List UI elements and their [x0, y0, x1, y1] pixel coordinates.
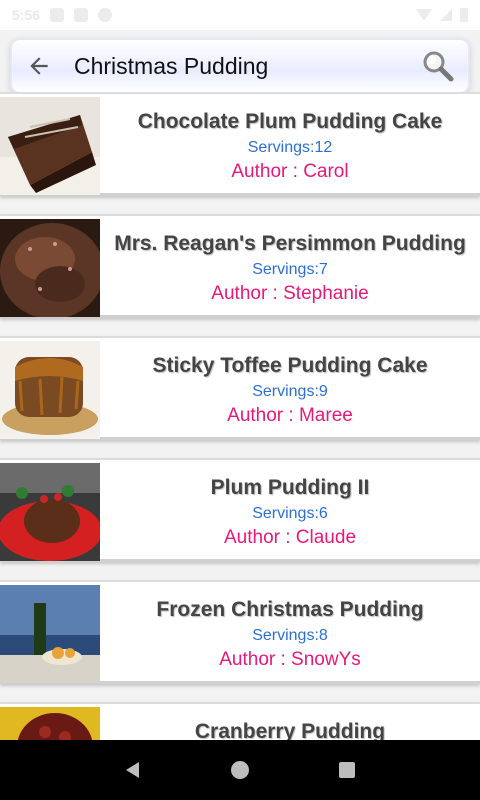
recipe-thumbnail: [0, 463, 100, 561]
notification-icon: [50, 8, 65, 22]
recipe-author: Author : SnowYs: [219, 648, 361, 670]
storage-icon: [74, 8, 89, 22]
recipe-thumbnail: [0, 341, 100, 439]
recipe-title: Chocolate Plum Pudding Cake: [137, 109, 443, 133]
recipe-card[interactable]: Mrs. Reagan's Persimmon Pudding Servings…: [0, 214, 480, 318]
status-bar: 5:56: [0, 0, 480, 30]
recipe-card[interactable]: Sticky Toffee Pudding Cake Servings:9 Au…: [0, 336, 480, 440]
recipe-title: Plum Pudding II: [210, 475, 370, 499]
arrow-left-icon: [30, 57, 48, 75]
status-time: 5:56: [12, 7, 41, 23]
triangle-back-icon: [126, 762, 140, 778]
recipe-author: Author : Maree: [227, 404, 353, 426]
wifi-icon: [416, 9, 432, 21]
recipe-card[interactable]: Chocolate Plum Pudding Cake Servings:12 …: [0, 92, 480, 196]
search-button[interactable]: [414, 42, 462, 90]
back-button[interactable]: [16, 43, 62, 89]
recipe-list[interactable]: Chocolate Plum Pudding Cake Servings:12 …: [0, 92, 480, 740]
recipe-servings: Servings:9: [252, 382, 328, 400]
recipe-author: Author : Claude: [223, 526, 357, 548]
recipe-author: Author : Stephanie: [211, 282, 369, 304]
recipe-author: Author : Carol: [231, 160, 349, 182]
search-header: Christmas Pudding: [10, 38, 470, 94]
square-recents-icon: [338, 762, 355, 778]
recipe-title: Cranberry Pudding: [194, 720, 386, 740]
recipe-thumbnail: [0, 219, 100, 317]
nav-home-button[interactable]: [220, 750, 260, 790]
recipe-servings: Servings:6: [252, 504, 328, 522]
recipe-card[interactable]: Plum Pudding II Servings:6 Author : Clau…: [0, 458, 480, 562]
nav-back-button[interactable]: [113, 750, 153, 790]
recipe-thumbnail: [0, 97, 100, 195]
nav-recents-button[interactable]: [327, 750, 367, 790]
recipe-card[interactable]: Frozen Christmas Pudding Servings:8 Auth…: [0, 580, 480, 684]
recipe-card[interactable]: Cranberry Pudding: [0, 702, 480, 740]
recipe-title: Sticky Toffee Pudding Cake: [152, 353, 428, 377]
recipe-servings: Servings:12: [247, 138, 333, 156]
recipe-title: Mrs. Reagan's Persimmon Pudding: [114, 231, 466, 255]
recipe-thumbnail: [0, 585, 100, 683]
search-query-text[interactable]: Christmas Pudding: [74, 53, 414, 80]
recipe-title: Frozen Christmas Pudding: [156, 597, 424, 621]
recipe-servings: Servings:8: [252, 626, 328, 644]
recipe-servings: Servings:7: [252, 260, 328, 278]
magnifier-icon: [423, 51, 454, 82]
battery-icon: [460, 8, 468, 22]
circle-home-icon: [230, 761, 249, 779]
sync-icon: [98, 8, 113, 22]
recipe-thumbnail: [0, 707, 100, 740]
navigation-bar: [0, 740, 480, 800]
signal-icon: [440, 9, 452, 21]
